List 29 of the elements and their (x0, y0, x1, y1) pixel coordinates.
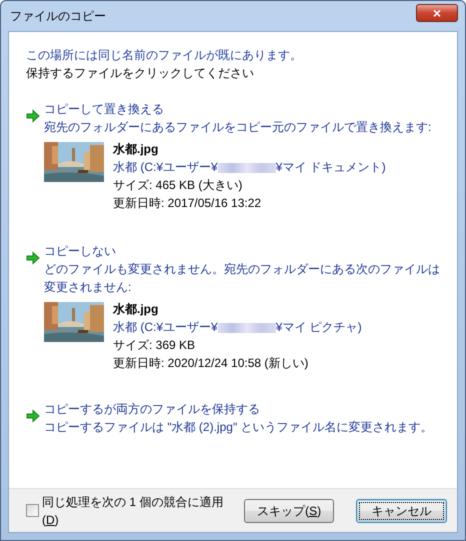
close-button[interactable]: × (416, 4, 458, 22)
modified-date: 更新日時: 2020/12/24 10:58 (新しい) (113, 355, 310, 372)
window-title: ファイルのコピー (9, 8, 106, 25)
option-link[interactable]: コピーするが両方のファイルを保持する (44, 400, 433, 418)
size-text: サイズ: 465 KB (大きい) (113, 177, 244, 194)
message-text: この場所には同じ名前のファイルが既にあります。 (26, 47, 303, 64)
redacted-text (218, 322, 276, 333)
path-text: 水都 (C:¥ユーザー¥ (113, 160, 218, 174)
skip-button[interactable]: スキップ(S) (244, 498, 334, 522)
checkbox-label[interactable]: 同じ処理を次の 1 個の競合に適用(D) (42, 492, 228, 528)
description-text: どのファイルも変更されません。宛先のフォルダーにある次のファイルは変更されません: (44, 261, 441, 296)
arrow-icon (26, 251, 40, 265)
option-link[interactable]: コピーして置き換える (44, 100, 432, 118)
instruction-text: 保持するファイルをクリックしてください (26, 65, 255, 82)
path-text: ¥マイ ピクチャ) (276, 320, 362, 334)
cancel-button[interactable]: キャンセル (356, 498, 448, 522)
path-text: 水都 (C:¥ユーザー¥ (113, 320, 218, 334)
size-text: サイズ: 369 KB (113, 337, 196, 354)
file-name: 水都.jpg (113, 141, 160, 158)
description-text: 宛先のフォルダーにあるファイルをコピー元のファイルで置き換えます: (44, 119, 432, 136)
file-name: 水都.jpg (113, 301, 160, 318)
arrow-icon (26, 109, 40, 123)
option-link[interactable]: コピーしない (44, 242, 441, 260)
path-text: ¥マイ ドキュメント) (276, 160, 386, 174)
arrow-icon (26, 409, 40, 423)
redacted-text (218, 162, 276, 173)
description-text: コピーするファイルは "水都 (2).jpg" というファイル名に変更されます。 (44, 419, 433, 436)
checkbox[interactable] (26, 504, 39, 517)
modified-date: 更新日時: 2017/05/16 13:22 (113, 195, 262, 212)
